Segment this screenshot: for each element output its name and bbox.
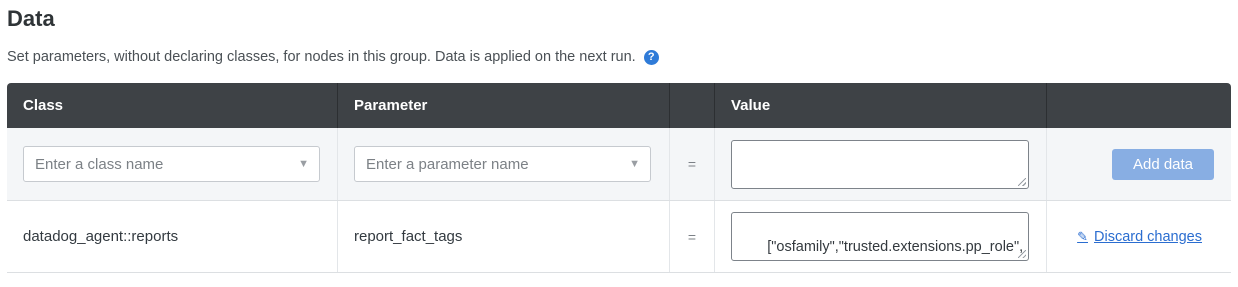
equals-sign: = bbox=[670, 201, 715, 272]
value-cell: ["osfamily","trusted.extensions.pp_role"… bbox=[715, 201, 1047, 272]
parameter-name-placeholder: Enter a parameter name bbox=[366, 155, 529, 173]
row-class: datadog_agent::reports bbox=[7, 201, 338, 272]
new-data-row: Enter a class name ▼ Enter a parameter n… bbox=[7, 128, 1231, 201]
class-name-select[interactable]: Enter a class name ▼ bbox=[23, 146, 320, 182]
resize-handle-icon[interactable] bbox=[1018, 250, 1026, 258]
value-cell bbox=[715, 128, 1047, 200]
discard-changes-link[interactable]: ✎ Discard changes bbox=[1077, 229, 1202, 245]
chevron-down-icon: ▼ bbox=[629, 158, 640, 170]
class-name-placeholder: Enter a class name bbox=[35, 155, 164, 173]
chevron-down-icon: ▼ bbox=[298, 158, 309, 170]
header-equals bbox=[670, 83, 715, 128]
table-row: datadog_agent::reports report_fact_tags … bbox=[7, 201, 1231, 273]
add-data-button[interactable]: Add data bbox=[1112, 148, 1214, 180]
header-action bbox=[1047, 83, 1231, 128]
description-text: Set parameters, without declaring classe… bbox=[7, 49, 636, 65]
equals-sign: = bbox=[670, 128, 715, 200]
class-cell: Enter a class name ▼ bbox=[7, 128, 338, 200]
page-title: Data bbox=[7, 6, 55, 31]
action-cell: Add data bbox=[1047, 128, 1231, 200]
parameter-cell: Enter a parameter name ▼ bbox=[338, 128, 670, 200]
header-value: Value bbox=[715, 83, 1047, 128]
value-text: ["osfamily","trusted.extensions.pp_role"… bbox=[735, 239, 1024, 260]
pencil-icon: ✎ bbox=[1077, 228, 1088, 244]
header-parameter: Parameter bbox=[338, 83, 670, 128]
discard-changes-label: Discard changes bbox=[1094, 228, 1202, 245]
row-parameter: report_fact_tags bbox=[338, 201, 670, 272]
data-table: Class Parameter Value Enter a class name… bbox=[7, 83, 1231, 273]
table-header: Class Parameter Value bbox=[7, 83, 1231, 128]
resize-handle-icon[interactable] bbox=[1018, 177, 1026, 186]
value-textarea[interactable]: ["osfamily","trusted.extensions.pp_role"… bbox=[731, 212, 1029, 261]
value-textarea[interactable] bbox=[731, 139, 1029, 189]
action-cell: ✎ Discard changes bbox=[1047, 201, 1231, 272]
header-class: Class bbox=[7, 83, 338, 128]
parameter-name-select[interactable]: Enter a parameter name ▼ bbox=[354, 146, 651, 182]
section-description: Set parameters, without declaring classe… bbox=[7, 49, 659, 65]
question-circle-icon[interactable]: ? bbox=[643, 49, 659, 65]
